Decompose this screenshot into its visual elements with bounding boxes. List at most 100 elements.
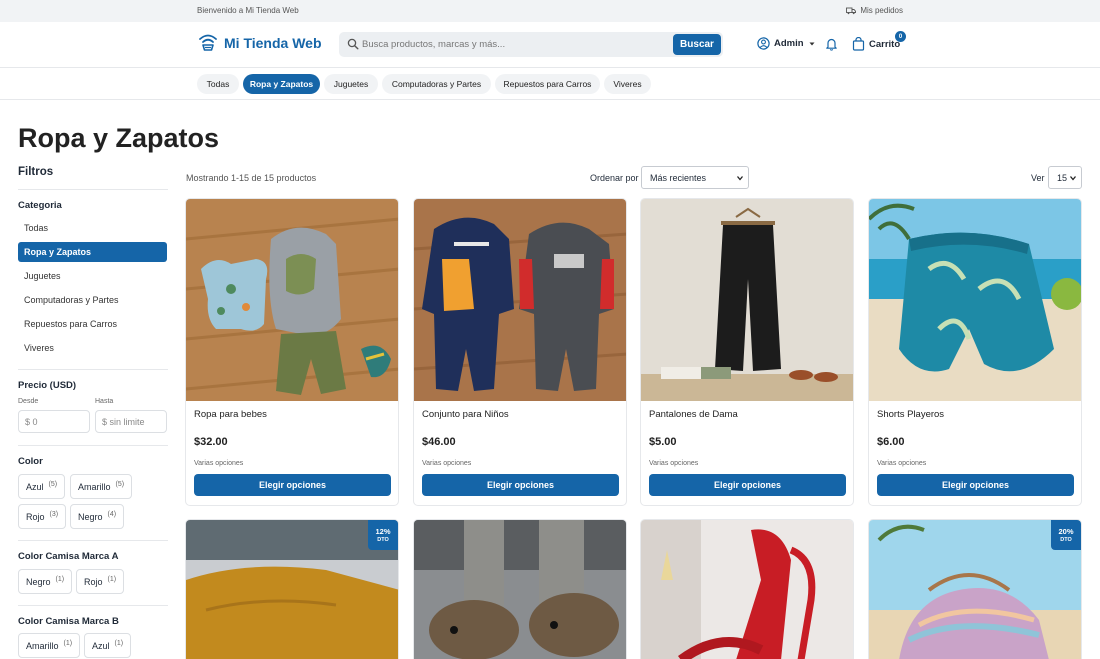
divider — [18, 189, 168, 190]
main-header: Mi Tienda Web Buscar Admin Carrito 0 — [0, 22, 1100, 68]
product-card[interactable] — [413, 519, 627, 659]
store-logo[interactable]: Mi Tienda Web — [198, 33, 322, 53]
divider — [18, 605, 168, 606]
sort-select[interactable]: Más recientes — [641, 166, 749, 189]
choose-options-button[interactable]: Elegir opciones — [422, 474, 619, 496]
per-page-select[interactable]: 15 — [1048, 166, 1082, 189]
filter-category-ropa-zapatos[interactable]: Ropa y Zapatos — [18, 242, 167, 262]
product-name[interactable]: Conjunto para Niños — [422, 409, 509, 420]
wifi-cart-icon — [199, 34, 217, 51]
search-bar: Buscar — [339, 32, 723, 57]
discount-percent: 12% — [375, 527, 391, 536]
cart-button[interactable]: Carrito 0 — [852, 31, 906, 51]
shirt-b-chip-amarillo[interactable]: Amarillo (1) — [18, 633, 81, 658]
user-circle-icon — [757, 37, 770, 50]
product-image-beach-shorts[interactable] — [869, 199, 1081, 401]
choose-options-button[interactable]: Elegir opciones — [194, 474, 391, 496]
product-name[interactable]: Pantalones de Dama — [649, 409, 738, 420]
divider — [18, 445, 168, 446]
nav-category-computadoras[interactable]: Computadoras y Partes — [382, 74, 491, 94]
search-button[interactable]: Buscar — [673, 34, 721, 55]
product-image-baby-clothes[interactable] — [186, 199, 398, 401]
product-card[interactable]: Pantalones de Dama $5.00 Varias opciones… — [640, 198, 854, 506]
chip-count: (1) — [114, 640, 124, 647]
color-chip-rojo[interactable]: Rojo (3) — [18, 504, 67, 529]
chip-label: Azul — [26, 481, 44, 492]
divider — [18, 369, 168, 370]
chip-count: (3) — [49, 511, 59, 518]
price-from-input[interactable]: $ 0 — [18, 410, 90, 433]
chip-label: Rojo — [84, 576, 103, 587]
search-input[interactable] — [362, 32, 662, 57]
product-name[interactable]: Ropa para bebes — [194, 409, 267, 420]
product-image-yellow-pants[interactable]: 12% DTO — [186, 520, 398, 659]
chip-label: Negro — [26, 576, 51, 587]
discount-label: DTO — [1060, 537, 1072, 543]
chevron-down-icon — [737, 176, 743, 181]
product-image-hedgehog-slippers[interactable] — [414, 520, 626, 659]
chip-count: (5) — [115, 481, 125, 488]
product-card[interactable]: 20% DTO — [868, 519, 1082, 659]
filter-category-viveres[interactable]: Viveres — [18, 338, 167, 358]
chip-label: Azul — [92, 640, 110, 651]
price-to-input[interactable]: $ sin limite — [95, 410, 167, 433]
product-name[interactable]: Shorts Playeros — [877, 409, 944, 420]
notifications-button[interactable] — [825, 37, 838, 56]
chip-label: Rojo — [26, 511, 45, 522]
product-options-note: Varias opciones — [194, 460, 244, 467]
price-filter-title: Precio (USD) — [18, 380, 77, 391]
category-filter-title: Categoria — [18, 200, 62, 211]
filter-category-todas[interactable]: Todas — [18, 218, 167, 238]
shirt-a-chip-negro[interactable]: Negro (1) — [18, 569, 73, 594]
search-icon — [347, 38, 359, 50]
product-image-womens-pants[interactable] — [641, 199, 853, 401]
product-card[interactable]: Shorts Playeros $6.00 Varias opciones El… — [868, 198, 1082, 506]
product-image-red-heels[interactable] — [641, 520, 853, 659]
product-options-note: Varias opciones — [649, 460, 699, 467]
nav-category-ropa-zapatos[interactable]: Ropa y Zapatos — [243, 74, 320, 94]
product-price: $5.00 — [649, 436, 677, 448]
shirt-b-filter-title: Color Camisa Marca B — [18, 616, 119, 627]
sort-value: Más recientes — [650, 172, 707, 183]
cart-count-badge: 0 — [895, 31, 906, 42]
category-nav: Todas Ropa y Zapatos Juguetes Computador… — [0, 68, 1100, 100]
product-card[interactable]: Ropa para bebes $32.00 Varias opciones E… — [185, 198, 399, 506]
my-orders-link[interactable]: Mis pedidos — [846, 6, 903, 15]
color-filter-title: Color — [18, 456, 43, 467]
filter-category-repuestos[interactable]: Repuestos para Carros — [18, 314, 167, 334]
filter-category-computadoras[interactable]: Computadoras y Partes — [18, 290, 167, 310]
nav-category-todas[interactable]: Todas — [197, 74, 239, 94]
chevron-down-icon — [1070, 176, 1076, 181]
color-chip-azul[interactable]: Azul (5) — [18, 474, 66, 499]
product-card[interactable]: Conjunto para Niños $46.00 Varias opcion… — [413, 198, 627, 506]
product-card[interactable]: 12% DTO — [185, 519, 399, 659]
shirt-a-filter-title: Color Camisa Marca A — [18, 551, 119, 562]
color-chip-amarillo[interactable]: Amarillo (5) — [70, 474, 133, 499]
divider — [18, 540, 168, 541]
truck-icon — [846, 7, 857, 14]
welcome-text: Bienvenido a Mi Tienda Web — [197, 6, 299, 15]
shirt-a-chip-rojo[interactable]: Rojo (1) — [76, 569, 125, 594]
user-menu[interactable]: Admin — [757, 37, 816, 50]
nav-category-repuestos[interactable]: Repuestos para Carros — [495, 74, 600, 94]
product-price: $6.00 — [877, 436, 905, 448]
color-chip-negro[interactable]: Negro (4) — [70, 504, 125, 529]
choose-options-button[interactable]: Elegir opciones — [877, 474, 1074, 496]
filter-category-juguetes[interactable]: Juguetes — [18, 266, 167, 286]
chip-label: Amarillo — [26, 640, 59, 651]
product-card[interactable] — [640, 519, 854, 659]
brand-name: Mi Tienda Web — [224, 35, 322, 51]
chip-count: (4) — [107, 511, 117, 518]
per-page-label: Ver — [1031, 173, 1045, 183]
shirt-b-chip-azul[interactable]: Azul (1) — [84, 633, 132, 658]
results-count: Mostrando 1-15 de 15 productos — [186, 173, 317, 183]
chip-count: (5) — [48, 481, 58, 488]
product-image-kids-set[interactable] — [414, 199, 626, 401]
choose-options-button[interactable]: Elegir opciones — [649, 474, 846, 496]
chip-count: (1) — [107, 576, 117, 583]
chip-count: (1) — [63, 640, 73, 647]
nav-category-juguetes[interactable]: Juguetes — [324, 74, 378, 94]
chip-count: (1) — [55, 576, 65, 583]
nav-category-viveres[interactable]: Viveres — [604, 74, 651, 94]
product-image-espadrilles[interactable]: 20% DTO — [869, 520, 1081, 659]
